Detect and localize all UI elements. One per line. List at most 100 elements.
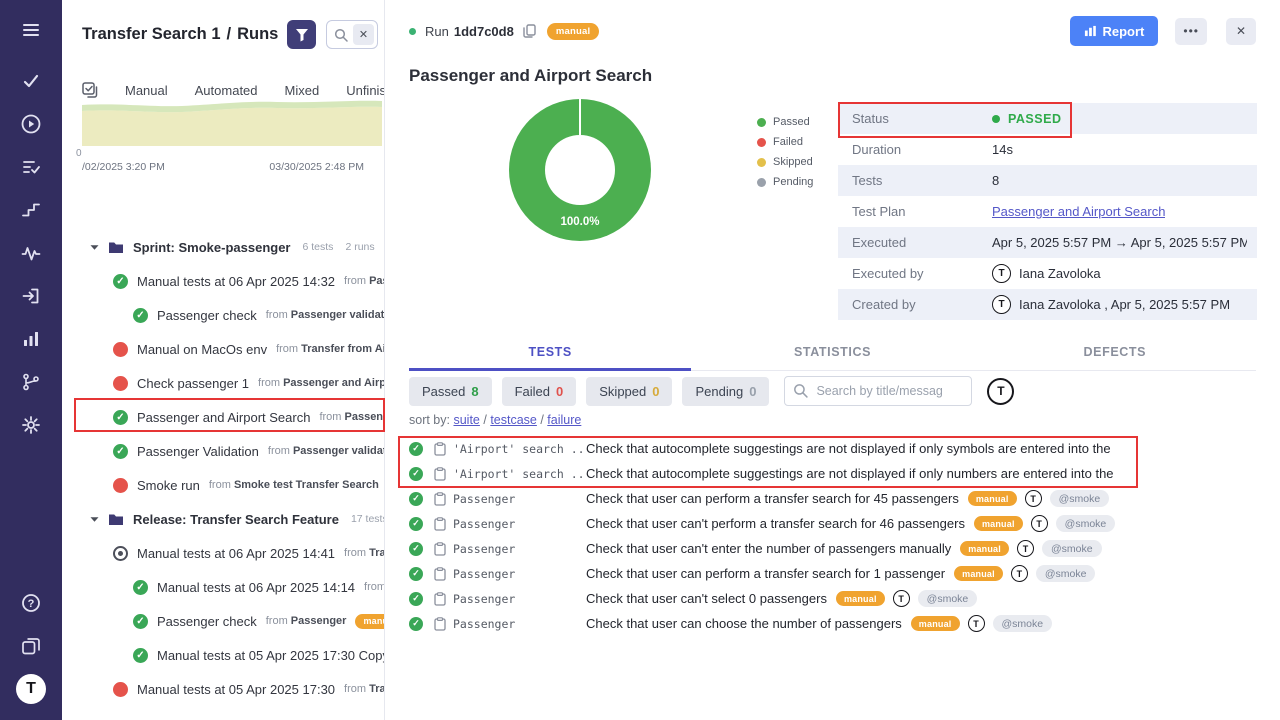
- tasks-icon: [21, 71, 41, 91]
- search-icon: [793, 383, 808, 403]
- run-source: from Passenger: [266, 615, 347, 627]
- copy-icon[interactable]: [523, 24, 536, 38]
- rail-branches-button[interactable]: [9, 360, 53, 403]
- chart-legend: PassedFailedSkippedPending: [757, 112, 813, 192]
- smoke-tag: @smoke: [1036, 565, 1096, 582]
- profile-avatar-icon: T: [16, 674, 46, 704]
- analytics-icon: [21, 243, 41, 263]
- info-label: Executed by: [852, 266, 992, 281]
- info-row-executed-by: Executed byTIana Zavoloka: [838, 258, 1257, 289]
- test-row[interactable]: ✓'Airport' search ...Check that autocomp…: [409, 436, 1272, 461]
- info-row-status: StatusPASSED: [838, 103, 1257, 134]
- testomat-filter-button[interactable]: T: [987, 378, 1014, 405]
- test-row[interactable]: ✓PassengerCheck that user can perform a …: [409, 561, 1272, 586]
- group-label: Release: Transfer Search Feature: [133, 512, 339, 527]
- run-item[interactable]: Manual on MacOs envfrom Transfer from Ai…: [62, 332, 384, 366]
- run-item[interactable]: Check passenger 1from Passenger and Airp…: [62, 366, 384, 400]
- tab-defects[interactable]: DEFECTS: [974, 336, 1256, 370]
- test-row[interactable]: ✓ 'Airport' search ...Check that autocomp…: [409, 461, 1272, 486]
- panel-tab-manual[interactable]: Manual: [125, 83, 168, 98]
- test-title: Check that autocomplete suggestings are …: [586, 441, 1111, 456]
- rail-menu-button[interactable]: [9, 8, 53, 51]
- sort-row: sort by: suite / testcase / failure: [409, 413, 581, 427]
- legend-dot: [757, 178, 766, 187]
- area-chart: [82, 98, 382, 146]
- close-run-button[interactable]: ✕: [1226, 18, 1256, 45]
- filter-failed-button[interactable]: Failed0: [502, 377, 577, 406]
- test-row[interactable]: ✓PassengerCheck that user can perform a …: [409, 486, 1272, 511]
- run-item[interactable]: Smoke runfrom Smoke test Transfer Search…: [62, 468, 384, 502]
- tests-search-input[interactable]: [784, 376, 972, 406]
- legend-label: Pending: [773, 176, 813, 188]
- sort-by-testcase-link[interactable]: testcase: [490, 413, 537, 427]
- info-value: Iana Zavoloka: [1019, 266, 1101, 281]
- panel-tab-unfinished[interactable]: Unfinished: [346, 83, 384, 98]
- test-suite: Passenger: [453, 492, 586, 506]
- panel-tab-mixed[interactable]: Mixed: [285, 83, 320, 98]
- rail-profile-button[interactable]: T: [9, 667, 53, 710]
- test-row[interactable]: ✓PassengerCheck that user can't enter th…: [409, 536, 1272, 561]
- settings-icon: [21, 415, 41, 435]
- status-passed-icon: ✓: [409, 467, 423, 481]
- status-passed-icon: ✓: [409, 492, 423, 506]
- test-suite: 'Airport' search ...: [453, 467, 586, 481]
- tab-tests[interactable]: TESTS: [409, 336, 691, 371]
- test-row[interactable]: ✓PassengerCheck that user can't select 0…: [409, 586, 1272, 611]
- legend-item-failed: Failed: [757, 132, 813, 152]
- rail-projects-button[interactable]: [9, 624, 53, 667]
- chart-x-label: /02/2025 3:20 PM: [82, 161, 165, 173]
- rail-analytics-button[interactable]: [9, 231, 53, 274]
- rail-import-button[interactable]: [9, 274, 53, 317]
- tab-statistics[interactable]: STATISTICS: [691, 336, 973, 370]
- sort-by-suite-link[interactable]: suite: [453, 413, 479, 427]
- run-item[interactable]: ✓Passenger Validationfrom Passenger vali…: [62, 434, 384, 468]
- rail-help-button[interactable]: ?: [9, 581, 53, 624]
- caret-down-icon[interactable]: [90, 244, 99, 251]
- run-item[interactable]: ✓Manual tests at 05 Apr 2025 17:30 Copyf…: [62, 638, 384, 672]
- panel-tab-automated[interactable]: Automated: [195, 83, 258, 98]
- run-title: Manual tests at 06 Apr 2025 14:32: [137, 274, 335, 289]
- breadcrumb-project[interactable]: Transfer Search 1: [82, 25, 221, 43]
- sort-by-failure-link[interactable]: failure: [547, 413, 581, 427]
- rail-test-plans-button[interactable]: [9, 145, 53, 188]
- rail-settings-button[interactable]: [9, 403, 53, 446]
- caret-down-icon[interactable]: [90, 516, 99, 523]
- info-label: Test Plan: [852, 204, 992, 219]
- test-row[interactable]: ✓PassengerCheck that user can't perform …: [409, 511, 1272, 536]
- rail-tasks-button[interactable]: [9, 59, 53, 102]
- chart-x-labels: /02/2025 3:20 PM03/30/2025 2:48 PM: [82, 161, 382, 173]
- filter-button[interactable]: [287, 20, 316, 49]
- filter-pending-button[interactable]: Pending0: [682, 377, 769, 406]
- run-item[interactable]: Manual tests at 06 Apr 2025 14:41from Tr…: [62, 536, 384, 570]
- rail-pipelines-button[interactable]: [9, 188, 53, 231]
- info-row-duration: Duration14s: [838, 134, 1257, 165]
- info-label: Executed: [852, 235, 992, 250]
- run-group[interactable]: Sprint: Smoke-passenger6 tests2 runs: [62, 230, 384, 264]
- report-button-label: Report: [1103, 24, 1145, 39]
- tests-search-box[interactable]: [784, 376, 972, 406]
- rail-reports-button[interactable]: [9, 317, 53, 360]
- clear-search-button[interactable]: ✕: [353, 24, 374, 45]
- runs-search-box[interactable]: ✕: [326, 20, 378, 49]
- filter-skipped-button[interactable]: Skipped0: [586, 377, 672, 406]
- rail-runs-button[interactable]: [9, 102, 53, 145]
- run-item[interactable]: ✓Passenger checkfrom Passengermanual6: [62, 604, 384, 638]
- more-actions-button[interactable]: •••: [1175, 18, 1207, 45]
- test-title: Check that user can't select 0 passenger…: [586, 591, 827, 606]
- run-group[interactable]: Release: Transfer Search Feature17 tests…: [62, 502, 384, 536]
- panel-header: Transfer Search 1/Runs ✕: [82, 20, 378, 49]
- run-item[interactable]: Manual tests at 05 Apr 2025 17:30from Tr…: [62, 672, 384, 706]
- testcase-icon: [434, 567, 446, 581]
- test-row[interactable]: ✓PassengerCheck that user can choose the…: [409, 611, 1272, 636]
- run-item[interactable]: ✓Manual tests at 06 Apr 2025 14:14from P…: [62, 570, 384, 604]
- info-value: 8: [992, 173, 999, 188]
- test-plan-link[interactable]: Passenger and Airport Search: [992, 204, 1165, 219]
- runs-type-tabs: Manual Automated Mixed Unfinished: [82, 82, 384, 98]
- report-button[interactable]: Report: [1070, 16, 1159, 46]
- select-runs-icon[interactable]: [82, 82, 98, 98]
- test-title: Check that autocomplete suggestings are …: [586, 466, 1114, 481]
- run-item-selected[interactable]: ✓Passenger and Airport Searchfrom Passen…: [62, 400, 384, 434]
- filter-passed-button[interactable]: Passed8: [409, 377, 492, 406]
- run-item[interactable]: ✓Manual tests at 06 Apr 2025 14:32from P…: [62, 264, 384, 298]
- run-item[interactable]: ✓Passenger checkfrom Passenger validatio…: [62, 298, 384, 332]
